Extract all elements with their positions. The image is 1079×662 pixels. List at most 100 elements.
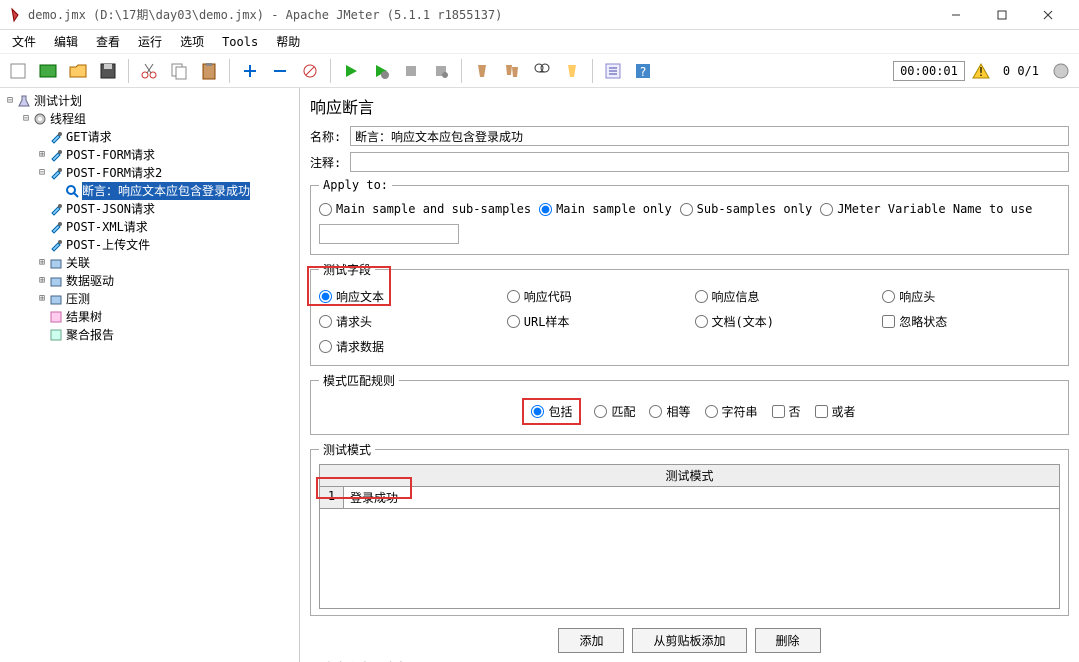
menu-file[interactable]: 文件 <box>4 31 44 52</box>
reset-search-icon[interactable] <box>558 57 586 85</box>
match-rule-option[interactable]: 字符串 <box>705 403 758 420</box>
test-field-option[interactable]: 响应代码 <box>507 288 685 305</box>
toolbar: ? 00:00:01 ! 0 0/1 <box>0 54 1079 88</box>
test-field-option[interactable]: 响应信息 <box>695 288 873 305</box>
start-icon[interactable] <box>337 57 365 85</box>
save-icon[interactable] <box>94 57 122 85</box>
tree-node[interactable]: POST-上传文件 <box>4 236 295 254</box>
tree-label: POST-JSON请求 <box>66 200 155 218</box>
pattern-cell[interactable]: 登录成功 <box>344 487 1059 508</box>
test-field-option[interactable]: 文档(文本) <box>695 313 873 330</box>
apply-to-option[interactable]: Sub-samples only <box>680 202 813 216</box>
tree-toggle-icon[interactable]: ⊞ <box>36 146 48 164</box>
help-icon[interactable]: ? <box>629 57 657 85</box>
tree-label: 测试计划 <box>34 92 82 110</box>
timer-display: 00:00:01 <box>893 61 965 81</box>
cut-icon[interactable] <box>135 57 163 85</box>
add-button[interactable]: 添加 <box>558 628 624 653</box>
tree-label: 数据驱动 <box>66 272 114 290</box>
tree-node[interactable]: ⊞关联 <box>4 254 295 272</box>
tree-node[interactable]: ⊞ 数据驱动 <box>4 272 295 290</box>
box-icon <box>48 273 64 289</box>
delete-button[interactable]: 删除 <box>755 628 821 653</box>
tree-node[interactable]: POST-JSON请求 <box>4 200 295 218</box>
apply-to-option[interactable]: Main sample only <box>539 202 672 216</box>
stop-icon[interactable] <box>397 57 425 85</box>
tree-toggle-icon[interactable]: ⊟ <box>36 164 48 182</box>
test-field-option[interactable]: 响应头 <box>882 288 1060 305</box>
match-rule-option[interactable]: 相等 <box>649 403 690 420</box>
test-field-option[interactable]: 请求数据 <box>319 338 497 355</box>
tree-toggle-icon[interactable]: ⊞ <box>36 272 48 290</box>
match-rule-option[interactable]: 包括 <box>523 399 580 424</box>
tree-node[interactable]: ⊞ 压测 <box>4 290 295 308</box>
menu-view[interactable]: 查看 <box>88 31 128 52</box>
menu-edit[interactable]: 编辑 <box>46 31 86 52</box>
close-button[interactable] <box>1025 0 1071 30</box>
tree-label: 压测 <box>66 290 90 308</box>
menu-run[interactable]: 运行 <box>130 31 170 52</box>
match-rule-fieldset: 模式匹配规则 包括 匹配 相等 字符串 否 或者 <box>310 372 1069 435</box>
tree-node[interactable]: 断言：响应文本应包含登录成功 <box>4 182 295 200</box>
new-icon[interactable] <box>4 57 32 85</box>
tree-node[interactable]: ⊟ 测试计划 <box>4 92 295 110</box>
tree-node[interactable]: 结果树 <box>4 308 295 326</box>
tree-panel[interactable]: ⊟测试计划⊟线程组GET请求⊞POST-FORM请求⊟POST-FORM请求2断… <box>0 88 300 662</box>
gear-icon <box>32 111 48 127</box>
templates-icon[interactable] <box>34 57 62 85</box>
test-field-option[interactable]: 响应文本 <box>319 288 497 305</box>
comment-input[interactable] <box>350 152 1069 172</box>
tree-node[interactable]: ⊞POST-FORM请求 <box>4 146 295 164</box>
tree-label: 断言：响应文本应包含登录成功 <box>82 182 250 200</box>
menu-help[interactable]: 帮助 <box>268 31 308 52</box>
minimize-button[interactable] <box>933 0 979 30</box>
tree-toggle-icon[interactable]: ⊟ <box>20 110 32 128</box>
app-icon <box>8 7 24 23</box>
tree-toggle-icon[interactable]: ⊞ <box>36 254 48 272</box>
toggle-icon[interactable] <box>296 57 324 85</box>
main-panel: 响应断言 名称: 注释: Apply to: Main sample and s… <box>300 88 1079 662</box>
tree-node[interactable]: POST-XML请求 <box>4 218 295 236</box>
maximize-button[interactable] <box>979 0 1025 30</box>
apply-to-option[interactable]: Main sample and sub-samples <box>319 202 531 216</box>
function-helper-icon[interactable] <box>599 57 627 85</box>
clear-all-icon[interactable] <box>498 57 526 85</box>
thread-count: 0 0/1 <box>997 64 1045 78</box>
dropper-icon <box>48 237 64 253</box>
test-field-option[interactable]: URL样本 <box>507 313 685 330</box>
collapse-icon[interactable] <box>266 57 294 85</box>
paste-icon[interactable] <box>195 57 223 85</box>
tree-node[interactable]: 聚合报告 <box>4 326 295 344</box>
add-from-clipboard-button[interactable]: 从剪贴板添加 <box>632 628 746 653</box>
tree-label: POST-上传文件 <box>66 236 150 254</box>
tree-node[interactable]: ⊟POST-FORM请求2 <box>4 164 295 182</box>
menu-tools[interactable]: Tools <box>214 33 266 51</box>
tree-toggle-icon[interactable]: ⊟ <box>4 92 16 110</box>
warning-icon: ! <box>967 57 995 85</box>
copy-icon[interactable] <box>165 57 193 85</box>
match-rule-option[interactable]: 否 <box>772 403 801 420</box>
jmeter-var-input[interactable] <box>319 224 459 244</box>
panel-heading: 响应断言 <box>310 94 1069 118</box>
tree-label: GET请求 <box>66 128 112 146</box>
test-field-option[interactable]: 忽略状态 <box>882 313 1060 330</box>
pattern-row[interactable]: 1 登录成功 <box>320 487 1059 508</box>
search-icon[interactable] <box>528 57 556 85</box>
tree-node[interactable]: ⊟线程组 <box>4 110 295 128</box>
test-field-option[interactable]: 请求头 <box>319 313 497 330</box>
name-input[interactable] <box>350 126 1069 146</box>
shutdown-icon[interactable] <box>427 57 455 85</box>
dropper-icon <box>48 201 64 217</box>
start-no-timers-icon[interactable] <box>367 57 395 85</box>
patterns-scroll[interactable] <box>319 509 1060 609</box>
tree-node[interactable]: GET请求 <box>4 128 295 146</box>
open-icon[interactable] <box>64 57 92 85</box>
tree-toggle-icon[interactable]: ⊞ <box>36 290 48 308</box>
apply-to-option[interactable]: JMeter Variable Name to use <box>820 202 1032 216</box>
clear-icon[interactable] <box>468 57 496 85</box>
patterns-header: 测试模式 <box>320 465 1059 487</box>
expand-icon[interactable] <box>236 57 264 85</box>
match-rule-option[interactable]: 或者 <box>815 403 856 420</box>
match-rule-option[interactable]: 匹配 <box>594 403 635 420</box>
menu-options[interactable]: 选项 <box>172 31 212 52</box>
